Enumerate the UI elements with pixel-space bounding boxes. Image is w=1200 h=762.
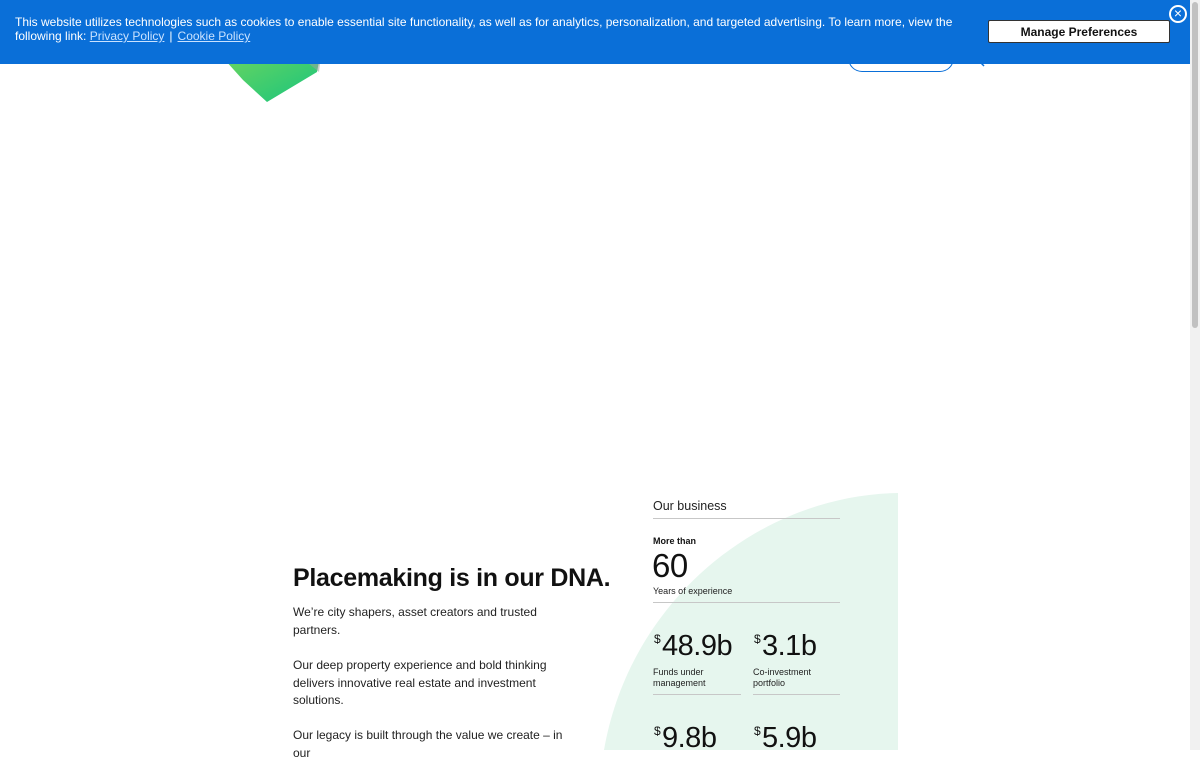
section-headline: Placemaking is in our DNA. (293, 564, 611, 592)
cookie-policy-link[interactable]: Cookie Policy (178, 29, 251, 43)
currency-symbol: $ (654, 724, 661, 738)
experience-paragraph: Our deep property experience and bold th… (293, 658, 547, 707)
decorative-background-shape (604, 493, 898, 750)
experience-prefix: More than (653, 536, 697, 546)
experience-value: 60 (652, 547, 688, 584)
stat-value-funds: 48.9b (662, 630, 733, 662)
stat-label-coinvestment-line2: portfolio (753, 678, 786, 688)
currency-symbol: $ (754, 632, 761, 646)
stat-label-coinvestment-line1: Co-investment (753, 667, 812, 677)
intro-paragraph: We’re city shapers, asset creators and t… (293, 605, 537, 637)
stat-label-funds-line2: management (653, 678, 706, 688)
divider (653, 694, 741, 695)
close-icon[interactable]: × (1169, 5, 1187, 23)
divider (653, 602, 840, 603)
scrollbar[interactable] (1190, 0, 1200, 750)
divider (653, 518, 840, 519)
currency-symbol: $ (654, 632, 661, 646)
business-title: Our business (653, 499, 727, 513)
currency-symbol: $ (754, 724, 761, 738)
cookie-message: This website utilizes technologies such … (15, 15, 975, 43)
stat-value-3: 9.8b (662, 722, 717, 754)
legacy-paragraph: Our legacy is built through the value we… (293, 728, 563, 760)
experience-label: Years of experience (653, 586, 733, 596)
link-separator: | (169, 29, 173, 43)
manage-preferences-button[interactable]: Manage Preferences (988, 20, 1170, 43)
scrollbar-thumb[interactable] (1192, 2, 1198, 328)
privacy-policy-link[interactable]: Privacy Policy (90, 29, 165, 43)
stat-value-4: 5.9b (762, 722, 817, 754)
stat-label-funds-line1: Funds under (653, 667, 704, 677)
stat-value-coinvestment: 3.1b (762, 630, 817, 662)
divider (753, 694, 840, 695)
cookie-banner: This website utilizes technologies such … (0, 0, 1190, 64)
